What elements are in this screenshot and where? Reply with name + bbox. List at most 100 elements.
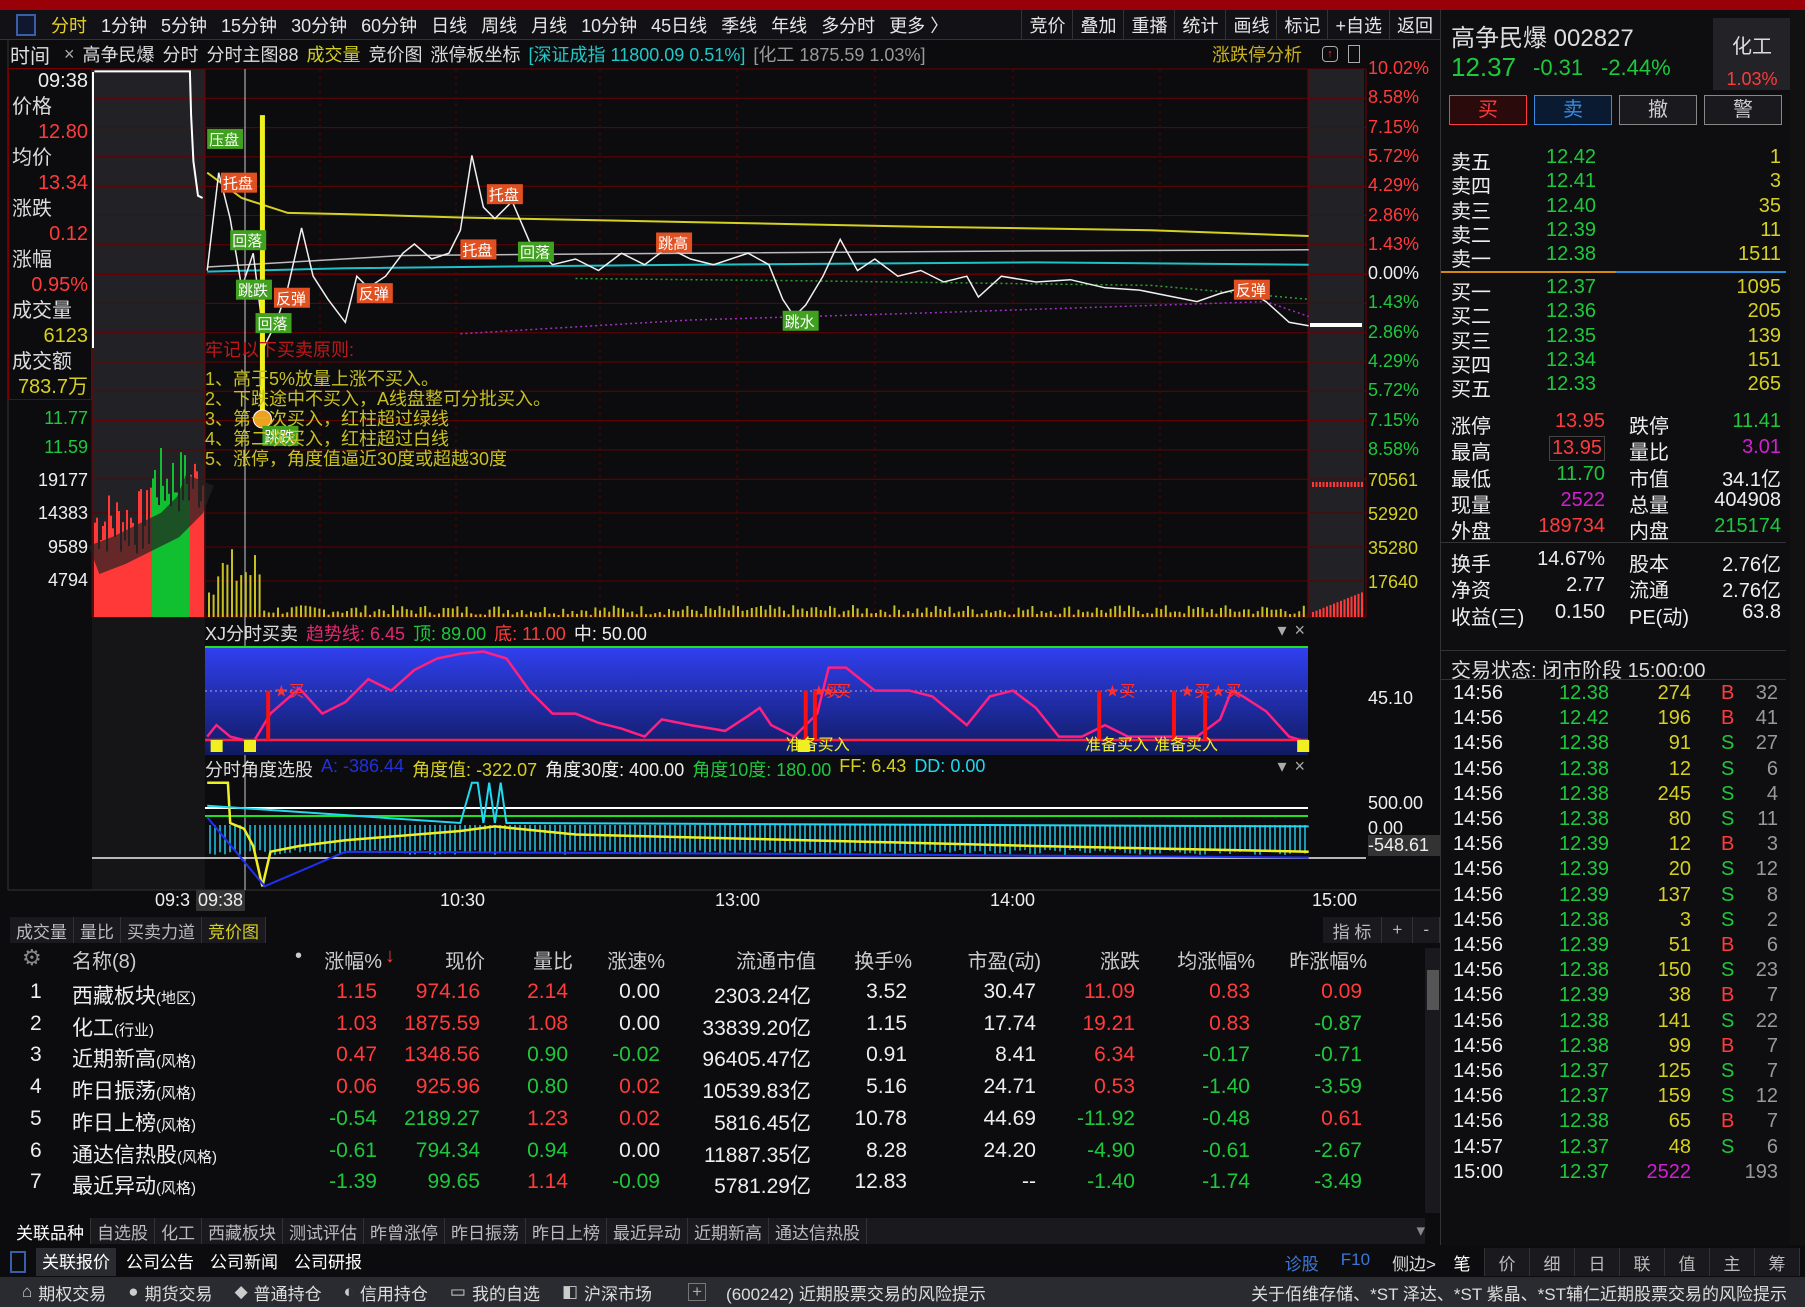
related-tab-9[interactable]: 近期新高 [688, 1218, 769, 1244]
order-book-row[interactable]: 买二 12.36 205 [1441, 300, 1781, 328]
info-link-1[interactable]: F10 [1341, 1250, 1370, 1275]
related-tab-3[interactable]: 西藏板块 [202, 1218, 283, 1244]
axis-pct-label: 5.72% [1368, 145, 1420, 166]
order-book-row[interactable]: 买三 12.35 139 [1441, 325, 1781, 353]
order-book-row[interactable]: 卖一 12.38 1511 [1441, 243, 1781, 271]
column-header-2[interactable]: 现价 [445, 945, 485, 974]
table-row[interactable]: 3 近期新高(风格) 0.47 1348.56 0.90 -0.02 96405.47亿 0.… [0, 1043, 1420, 1073]
cell-涨速%: 0.00 [619, 980, 660, 1003]
status-item[interactable]: ⌂ 期权交易 [22, 1280, 106, 1305]
info-tab-1[interactable]: 公司公告 [120, 1248, 200, 1276]
axis-volume-label: 52920 [1368, 504, 1419, 524]
trade-button-3[interactable]: 警 [1704, 95, 1782, 125]
column-header-8[interactable]: 涨跌 [1100, 945, 1140, 974]
status-item[interactable]: ◐ 信用持仓 [344, 1280, 428, 1305]
column-header-3[interactable]: 量比 [533, 945, 573, 974]
close-icon[interactable]: × [1294, 756, 1305, 782]
left-axis-volume: 14383 [37, 503, 88, 523]
order-book-row[interactable]: 卖二 12.39 11 [1441, 219, 1781, 247]
column-header-0[interactable]: 名称(8) [72, 945, 136, 974]
column-header-5[interactable]: 流通市值 [736, 945, 816, 974]
related-tab-6[interactable]: 昨日振荡 [445, 1218, 526, 1244]
table-scrollbar[interactable] [1425, 948, 1441, 1213]
trade-button-0[interactable]: 买 [1449, 95, 1527, 125]
sub-tab-2[interactable]: 买卖力道 [121, 917, 202, 943]
info-link-2[interactable]: 侧边> [1392, 1250, 1436, 1275]
quote-tab-5[interactable]: 值 [1665, 1248, 1710, 1276]
quote-tab-4[interactable]: 联 [1620, 1248, 1665, 1276]
cell-流通市值: 10539.83亿 [702, 1080, 811, 1104]
column-header-6[interactable]: 换手% [854, 945, 912, 974]
cell-涨速%: 0.00 [619, 1011, 660, 1035]
column-header-4[interactable]: 涨速% [607, 945, 665, 974]
xj-name[interactable]: XJ分时买卖 [205, 620, 298, 646]
angle-name[interactable]: 分时角度选股 [205, 756, 313, 782]
related-tab-10[interactable]: 通达信热股 [769, 1218, 867, 1244]
related-tab-7[interactable]: 昨日上榜 [526, 1218, 607, 1244]
volume-bar [235, 580, 238, 617]
tick-row: 14:56 12.38 65 B 7 [1441, 1110, 1786, 1137]
column-header-7[interactable]: 市盈(动) [968, 945, 1041, 974]
quote-tab-3[interactable]: 日 [1575, 1248, 1620, 1276]
table-row[interactable]: 5 昨日上榜(风格) -0.54 2189.27 1.23 0.02 5816.45亿 10.… [0, 1107, 1420, 1137]
related-tab-4[interactable]: 测试评估 [283, 1218, 364, 1244]
indicator-control-1[interactable]: + [1382, 917, 1414, 943]
order-book-row[interactable]: 买四 12.34 151 [1441, 349, 1781, 377]
sub-tab-3[interactable]: 竞价图 [202, 917, 266, 943]
news-item[interactable]: (600242) 近期股票交易的风险提示 [726, 1280, 986, 1305]
table-row[interactable]: 7 最近异动(风格) -1.39 99.65 1.14 -0.09 5781.29亿 12.8… [0, 1170, 1420, 1200]
related-tab-0[interactable]: 关联品种 [10, 1218, 91, 1244]
table-row[interactable]: 2 化工(行业) 1.03 1875.59 1.08 0.00 33839.20亿 1.15 1… [0, 1012, 1420, 1042]
info-link-0[interactable]: 诊股 [1285, 1250, 1319, 1275]
sub-tab-0[interactable]: 成交量 [10, 917, 74, 943]
indicator-control-2[interactable]: - [1413, 917, 1440, 943]
quote-tab-2[interactable]: 细 [1530, 1248, 1575, 1276]
related-tab-1[interactable]: 自选股 [91, 1218, 155, 1244]
status-item-icon: ◐ [343, 1282, 354, 1301]
status-item[interactable]: ◧ 沪深市场 [562, 1280, 652, 1305]
order-book-row[interactable]: 买五 12.33 265 [1441, 373, 1781, 401]
order-book-row[interactable]: 买一 12.37 1095 [1441, 276, 1781, 304]
panel-icon[interactable] [10, 1251, 26, 1273]
column-header-9[interactable]: 均涨幅% [1177, 945, 1255, 974]
left-axis-price: 11.77 [44, 408, 88, 428]
related-tab-8[interactable]: 最近异动 [607, 1218, 688, 1244]
table-row[interactable]: 6 通达信热股(风格) -0.61 794.34 0.94 0.00 11887.35亿 8.… [0, 1139, 1420, 1169]
order-book-row[interactable]: 卖四 12.41 3 [1441, 170, 1781, 198]
trade-button-1[interactable]: 卖 [1534, 95, 1612, 125]
add-icon[interactable]: + [688, 1283, 707, 1301]
info-tab-3[interactable]: 公司研报 [288, 1248, 368, 1276]
news-item[interactable]: 关于佰维存储、*ST 泽达、*ST 紫晶、*ST辅仁近期股票交易的风险提示 [1251, 1280, 1787, 1305]
related-tab-2[interactable]: 化工 [155, 1218, 202, 1244]
sort-desc-icon[interactable]: ↓ [385, 945, 395, 968]
dropdown-icon[interactable]: ▾ [1277, 756, 1286, 782]
settings-gear-icon[interactable]: ⚙ [22, 945, 42, 971]
column-header-1[interactable]: 涨幅% [324, 945, 382, 974]
related-tab-5[interactable]: 昨曾涨停 [364, 1218, 445, 1244]
dropdown-icon[interactable]: ▾ [1277, 620, 1286, 646]
quote-tab-6[interactable]: 主 [1710, 1248, 1755, 1276]
quote-tab-7[interactable]: 筹 [1755, 1248, 1800, 1276]
info-tab-0[interactable]: 关联报价 [36, 1248, 116, 1276]
post-volume-bar [1319, 482, 1321, 487]
info-tab-2[interactable]: 公司新闻 [204, 1248, 284, 1276]
sub-tab-1[interactable]: 量比 [74, 917, 121, 943]
trade-button-2[interactable]: 撤 [1619, 95, 1697, 125]
quote-tab-0[interactable]: 笔 [1440, 1248, 1485, 1276]
order-book-row[interactable]: 卖三 12.40 35 [1441, 195, 1781, 223]
status-item[interactable]: ◆ 普通持仓 [235, 1280, 322, 1305]
indicator-control-0[interactable]: 指 标 [1322, 917, 1383, 943]
volume-bar [240, 575, 243, 617]
table-row[interactable]: 1 西藏板块(地区) 1.15 974.16 2.14 0.00 2303.24亿 3.52 3… [0, 980, 1420, 1010]
status-item[interactable]: ● 期货交易 [128, 1280, 212, 1305]
table-row[interactable]: 4 昨日振荡(风格) 0.06 925.96 0.80 0.02 10539.83亿 5.16… [0, 1075, 1420, 1105]
sector-box[interactable]: 化工 1.03% [1713, 18, 1791, 90]
tick-count: 41 [1755, 707, 1778, 730]
close-icon[interactable]: × [1294, 620, 1305, 646]
order-book-row[interactable]: 卖五 12.42 1 [1441, 146, 1781, 174]
level-price: 12.42 [1546, 146, 1597, 168]
column-header-10[interactable]: 昨涨幅% [1289, 945, 1367, 974]
scroll-down-icon[interactable]: ▾ [1416, 1221, 1425, 1241]
status-item[interactable]: ▭ 我的自选 [450, 1280, 540, 1305]
quote-tab-1[interactable]: 价 [1485, 1248, 1530, 1276]
